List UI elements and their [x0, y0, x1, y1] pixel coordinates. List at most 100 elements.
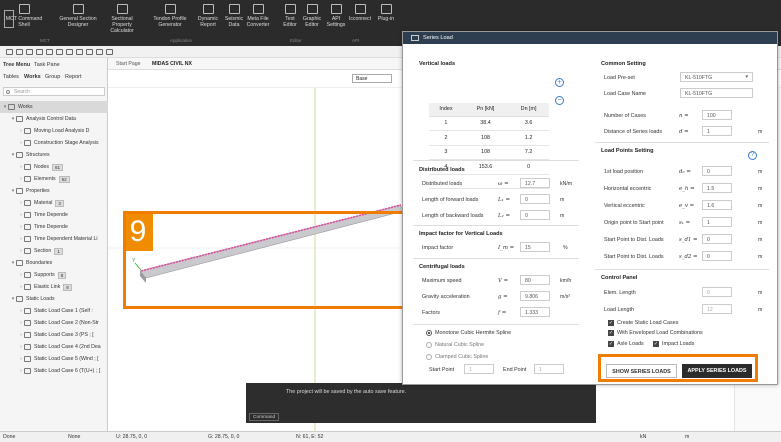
quick-tool-icon[interactable] — [86, 49, 93, 55]
quick-tool-icon[interactable] — [106, 49, 113, 55]
tree-item[interactable]: ▾ Static Loads — [0, 293, 108, 305]
field-input[interactable]: 0 — [702, 251, 732, 261]
quick-tool-icon[interactable] — [76, 49, 83, 55]
elem-length-label: Elem. Length — [604, 290, 636, 296]
spline-radio[interactable] — [426, 330, 432, 336]
tree-item[interactable]: ▾ Structures — [0, 149, 108, 161]
tree-item[interactable]: ▾ Properties — [0, 185, 108, 197]
tree-item[interactable]: › Static Load Case 1 (Self : — [0, 305, 108, 317]
table-cell[interactable]: 108 — [462, 130, 509, 146]
tree-item[interactable]: › Time Depende — [0, 221, 108, 233]
table-cell[interactable]: 2 — [429, 130, 463, 146]
ribbon-button-3[interactable]: Tendon Profile Generator — [150, 4, 190, 28]
quick-tool-icon[interactable] — [26, 49, 33, 55]
table-cell[interactable]: 7.2 — [508, 145, 549, 160]
table-cell[interactable]: 1 — [429, 116, 463, 131]
tree-item[interactable]: › Section 1 — [0, 245, 108, 257]
checkbox[interactable]: ✓ — [608, 330, 614, 336]
quick-tool-icon[interactable] — [96, 49, 103, 55]
tab-tree-menu[interactable]: Tree Menu — [3, 62, 30, 68]
end-point-input[interactable]: 1 — [534, 364, 564, 374]
quick-tool-icon[interactable] — [66, 49, 73, 55]
search-input[interactable]: Search — [3, 87, 105, 96]
start-point-input[interactable]: 1 — [464, 364, 494, 374]
help-icon[interactable]: ? — [748, 151, 757, 160]
spline-radio[interactable] — [426, 342, 432, 348]
impact-factor-input[interactable]: 15 — [520, 242, 550, 252]
tree-item[interactable]: › Nodes 61 — [0, 161, 108, 173]
tree-item[interactable]: › Construction Stage Analysis — [0, 137, 108, 149]
quick-tool-icon[interactable] — [6, 49, 13, 55]
field-input[interactable]: 1.5 — [702, 183, 732, 193]
elem-length-input[interactable]: 0 — [702, 287, 732, 297]
tab-tables[interactable]: Tables — [3, 74, 19, 80]
table-row[interactable]: 2 108 1.2 — [429, 130, 549, 146]
tab-task-pane[interactable]: Task Pane — [34, 62, 60, 68]
field-input[interactable]: 1.333 — [520, 307, 550, 317]
ribbon-tool-icon — [72, 4, 84, 14]
add-row-icon[interactable]: + — [555, 78, 564, 87]
tree-item[interactable]: › Time Depende — [0, 209, 108, 221]
table-cell[interactable]: 3 — [429, 145, 463, 160]
tree-item[interactable]: › Static Load Case 6 (T(U+) ; [ — [0, 365, 108, 377]
field-input[interactable]: 80 — [520, 275, 550, 285]
field-input[interactable]: 0 — [520, 194, 550, 204]
tab-report[interactable]: Report — [65, 74, 82, 80]
field-input[interactable]: 0 — [702, 166, 732, 176]
command-input[interactable]: Command — [249, 413, 279, 421]
ribbon-button-1[interactable]: General Section Designer — [58, 4, 98, 28]
distance-series-input[interactable]: 1 — [702, 126, 732, 136]
checkbox[interactable]: ✓ — [608, 341, 614, 347]
load-length-input[interactable]: 12 — [702, 304, 732, 314]
view-select-value: Base — [356, 76, 368, 82]
field-input[interactable]: 9.806 — [520, 291, 550, 301]
table-cell[interactable]: 38.4 — [462, 116, 509, 131]
tab-works[interactable]: Works — [24, 74, 41, 80]
field-input[interactable]: 1 — [702, 217, 732, 227]
remove-row-icon[interactable]: − — [555, 96, 564, 105]
table-cell[interactable]: 108 — [462, 145, 509, 160]
tree-item[interactable]: › Static Load Case 4 (2nd Dea — [0, 341, 108, 353]
quick-tool-icon[interactable] — [36, 49, 43, 55]
ribbon-button-11[interactable]: Plug-in — [366, 4, 406, 22]
quick-tool-icon[interactable] — [16, 49, 23, 55]
tab-group[interactable]: Group — [45, 74, 60, 80]
table-cell[interactable]: 153.6 — [462, 159, 509, 175]
checkbox[interactable]: ✓ — [608, 320, 614, 326]
tree-item[interactable]: › Supports 8 — [0, 269, 108, 281]
force-unit-select[interactable]: kN — [640, 434, 646, 440]
tree-item[interactable]: › Static Load Case 5 (Wind ; [ — [0, 353, 108, 365]
length-unit-select[interactable]: m — [685, 434, 689, 440]
checkbox[interactable]: ✓ — [653, 341, 659, 347]
table-cell[interactable]: 1.2 — [508, 130, 549, 146]
number-of-cases-input[interactable]: 100 — [702, 110, 732, 120]
quick-tool-icon[interactable] — [56, 49, 63, 55]
field-input[interactable]: 12.7 — [520, 178, 550, 188]
field-input[interactable]: 0 — [702, 234, 732, 244]
view-select[interactable]: Base — [352, 74, 392, 83]
spline-radio[interactable] — [426, 354, 432, 360]
tree-item[interactable]: ▾ Analysis Control Data — [0, 113, 108, 125]
tree-item[interactable]: › Time Dependent Material Li — [0, 233, 108, 245]
tree-item[interactable]: ▾ Works — [0, 101, 108, 113]
tree-item[interactable]: › Material 2 — [0, 197, 108, 209]
tree-item[interactable]: ▾ Boundaries — [0, 257, 108, 269]
load-preset-select[interactable]: KL-510FTG ▾ — [680, 72, 753, 82]
ribbon-button-0[interactable]: MCT Command Shell — [4, 4, 44, 28]
tree-item[interactable]: › Elastic Link 8 — [0, 281, 108, 293]
table-cell[interactable]: 3.6 — [508, 116, 549, 131]
tree-item[interactable]: › Moving Load Analysis D — [0, 125, 108, 137]
tree-item[interactable]: › Elements 52 — [0, 173, 108, 185]
table-cell[interactable]: 0 — [508, 159, 549, 175]
tree-item[interactable]: › Static Load Case 2 (Non-Str — [0, 317, 108, 329]
table-row[interactable]: 1 38.4 3.6 — [429, 116, 549, 131]
tree-item[interactable]: › Static Load Case 3 (PS ; [ — [0, 329, 108, 341]
field-input[interactable]: 1.6 — [702, 200, 732, 210]
field-input[interactable]: 0 — [520, 210, 550, 220]
ribbon-button-2[interactable]: Sectional Property Calculator — [102, 4, 142, 34]
table-row[interactable]: 3 108 7.2 — [429, 145, 549, 160]
load-case-name-input[interactable]: KL-510FTG — [680, 88, 753, 98]
tab-midas-civil-nx[interactable]: MIDAS CIVIL NX — [152, 61, 192, 67]
quick-tool-icon[interactable] — [46, 49, 53, 55]
tab-start-page[interactable]: Start Page — [116, 61, 141, 67]
